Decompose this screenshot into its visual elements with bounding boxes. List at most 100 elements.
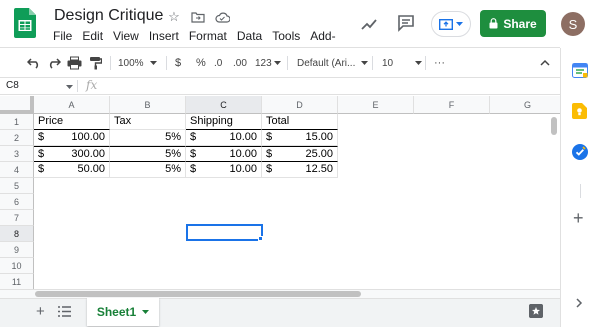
menu-format[interactable]: Format	[189, 29, 227, 43]
menu-insert[interactable]: Insert	[149, 29, 179, 43]
explore-icon[interactable]	[529, 304, 543, 318]
menu-view[interactable]: View	[113, 29, 139, 43]
chevron-right-icon[interactable]	[575, 298, 583, 308]
column-header-c[interactable]: C	[186, 96, 262, 114]
present-icon	[439, 18, 453, 30]
toolbar-separator	[166, 56, 167, 70]
column-header-a[interactable]: A	[34, 96, 110, 114]
cell-b2[interactable]: 5%	[110, 130, 186, 146]
activity-dashboard-icon[interactable]	[360, 15, 378, 33]
redo-icon[interactable]	[47, 55, 61, 71]
row-header-11[interactable]: 11	[0, 274, 34, 290]
side-panel-divider	[580, 184, 581, 198]
row-header-8[interactable]: 8	[0, 226, 34, 242]
cell-b3[interactable]: 5%	[110, 146, 186, 162]
currency-symbol: $	[266, 131, 273, 143]
row-header-7[interactable]: 7	[0, 210, 34, 226]
account-avatar[interactable]: S	[561, 12, 585, 36]
currency-symbol: $	[266, 148, 273, 160]
cell-value: 300.00	[71, 148, 105, 160]
add-sheet-button[interactable]: +	[36, 303, 45, 320]
toolbar-separator	[425, 56, 426, 70]
row-header-9[interactable]: 9	[0, 242, 34, 258]
present-button[interactable]	[431, 11, 471, 37]
row-header-10[interactable]: 10	[0, 258, 34, 274]
cell-b4[interactable]: 5%	[110, 162, 186, 178]
document-title[interactable]: Design Critique	[54, 7, 163, 25]
horizontal-scrollbar-thumb[interactable]	[35, 291, 361, 297]
column-header-d[interactable]: D	[262, 96, 338, 114]
sheets-logo-icon[interactable]	[14, 8, 36, 38]
paint-format-icon[interactable]	[89, 55, 102, 71]
decrease-decimal-button[interactable]: .0	[214, 55, 222, 71]
column-header-e[interactable]: E	[338, 96, 414, 114]
zoom-value: 100%	[118, 57, 144, 69]
spreadsheet-grid[interactable]: A B C D E F G 1 2 3 4 5 6 7 8 9 10 11 Pr…	[0, 96, 560, 290]
print-icon[interactable]	[67, 55, 82, 71]
cloud-status-icon[interactable]	[214, 9, 230, 25]
cell-a2[interactable]: $100.00	[34, 130, 110, 146]
currency-symbol: $	[38, 148, 45, 160]
percent-format-button[interactable]: %	[196, 55, 206, 71]
currency-format-button[interactable]: $	[175, 55, 181, 71]
row-header-1[interactable]: 1	[0, 114, 34, 130]
more-options-button[interactable]: ···	[434, 55, 445, 71]
name-box[interactable]: C8	[6, 80, 19, 91]
all-sheets-list-icon[interactable]	[58, 306, 71, 317]
cell-d2[interactable]: $15.00	[262, 130, 338, 146]
font-family-select[interactable]: Default (Ari...	[297, 55, 369, 71]
cell-d3[interactable]: $25.00	[262, 146, 338, 162]
menu-edit[interactable]: Edit	[82, 29, 103, 43]
sheet-bar	[0, 298, 560, 327]
menu-file[interactable]: File	[53, 29, 72, 43]
chevron-up-icon[interactable]	[540, 55, 550, 71]
column-header-f[interactable]: F	[414, 96, 490, 114]
menu-tools[interactable]: Tools	[272, 29, 300, 43]
add-ons-button[interactable]: +	[573, 208, 584, 229]
row-header-4[interactable]: 4	[0, 162, 34, 178]
row-header-6[interactable]: 6	[0, 194, 34, 210]
cell-value: 100.00	[71, 131, 105, 143]
cell-c4[interactable]: $10.00	[186, 162, 262, 178]
row-header-2[interactable]: 2	[0, 130, 34, 146]
fill-handle[interactable]	[258, 236, 263, 241]
star-icon[interactable]: ☆	[166, 9, 182, 25]
move-folder-icon[interactable]	[190, 9, 206, 25]
share-button[interactable]: Share	[480, 10, 546, 37]
cell-c2[interactable]: $10.00	[186, 130, 262, 146]
cell-a4[interactable]: $50.00	[34, 162, 110, 178]
active-cell-c8[interactable]	[186, 224, 263, 241]
number-format-select[interactable]: 123	[255, 55, 281, 71]
cell-b1[interactable]: Tax	[110, 114, 186, 130]
comment-history-icon[interactable]	[397, 14, 415, 32]
zoom-select[interactable]: 100%	[118, 55, 157, 71]
toolbar-separator	[110, 56, 111, 70]
font-size-select[interactable]: 10	[382, 55, 423, 71]
keep-notes-icon[interactable]	[572, 103, 587, 119]
vertical-scrollbar-thumb[interactable]	[551, 117, 557, 135]
cell-a1[interactable]: Price	[34, 114, 110, 130]
column-header-b[interactable]: B	[110, 96, 186, 114]
undo-icon[interactable]	[27, 55, 41, 71]
cell-c3[interactable]: $10.00	[186, 146, 262, 162]
cell-c1[interactable]: Shipping	[186, 114, 262, 130]
cell-d4[interactable]: $12.50	[262, 162, 338, 178]
cell-value: 5%	[165, 131, 181, 143]
chevron-down-icon	[273, 61, 281, 65]
column-header-g[interactable]: G	[490, 96, 560, 114]
toolbar-separator	[287, 56, 288, 70]
calendar-icon[interactable]	[572, 63, 588, 78]
increase-decimal-button[interactable]: .00	[233, 55, 247, 71]
chevron-down-icon[interactable]	[66, 85, 73, 89]
cell-a3[interactable]: $300.00	[34, 146, 110, 162]
chevron-down-icon	[149, 61, 157, 65]
cell-d1[interactable]: Total	[262, 114, 338, 130]
select-all-corner[interactable]	[0, 96, 34, 114]
menu-data[interactable]: Data	[237, 29, 262, 43]
sheet-tab-label: Sheet1	[96, 305, 137, 319]
row-header-5[interactable]: 5	[0, 178, 34, 194]
tasks-icon[interactable]	[572, 144, 588, 160]
row-header-3[interactable]: 3	[0, 146, 34, 162]
cell-value: 15.00	[305, 131, 333, 143]
sheet-tab-sheet1[interactable]: Sheet1	[87, 298, 159, 326]
